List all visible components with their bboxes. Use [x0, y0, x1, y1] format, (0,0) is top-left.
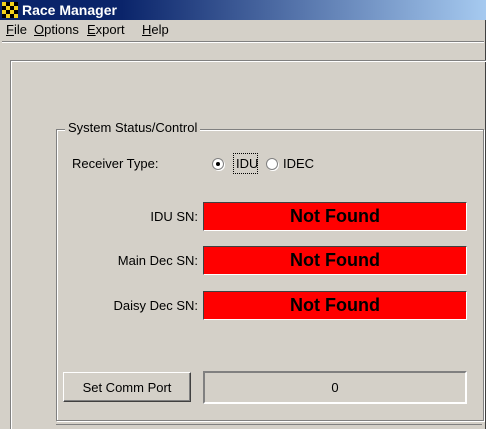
radio-idec-label[interactable]: IDEC — [283, 156, 314, 172]
menu-options[interactable]: Options — [34, 22, 79, 38]
title-bar[interactable]: Race Manager — [0, 0, 486, 20]
idu-sn-label: IDU SN: — [150, 209, 198, 224]
daisy-dec-sn-label: Daisy Dec SN: — [113, 298, 198, 313]
checkered-flag-icon — [2, 2, 18, 18]
menu-help[interactable]: Help — [142, 22, 169, 38]
focus-rectangle — [233, 153, 258, 174]
menu-separator — [2, 41, 484, 43]
comm-port-field: 0 — [203, 371, 467, 404]
daisy-dec-sn-status: Not Found — [203, 291, 467, 320]
bottom-divider — [56, 424, 482, 425]
radio-idu[interactable] — [212, 158, 224, 170]
race-manager-window: Race Manager File Options Export Help Sy… — [0, 0, 486, 429]
main-dec-sn-label: Main Dec SN: — [117, 253, 198, 268]
menu-export[interactable]: Export — [87, 22, 125, 38]
group-title: System Status/Control — [65, 120, 201, 136]
idu-sn-status: Not Found — [203, 202, 467, 231]
menu-bar: File Options Export Help — [0, 20, 486, 40]
radio-idec[interactable] — [266, 158, 278, 170]
menu-file[interactable]: File — [6, 22, 27, 38]
receiver-type-label: Receiver Type: — [72, 156, 159, 171]
main-dec-sn-status: Not Found — [203, 246, 467, 275]
window-title: Race Manager — [22, 2, 117, 18]
set-comm-port-button[interactable]: Set Comm Port — [63, 372, 191, 402]
